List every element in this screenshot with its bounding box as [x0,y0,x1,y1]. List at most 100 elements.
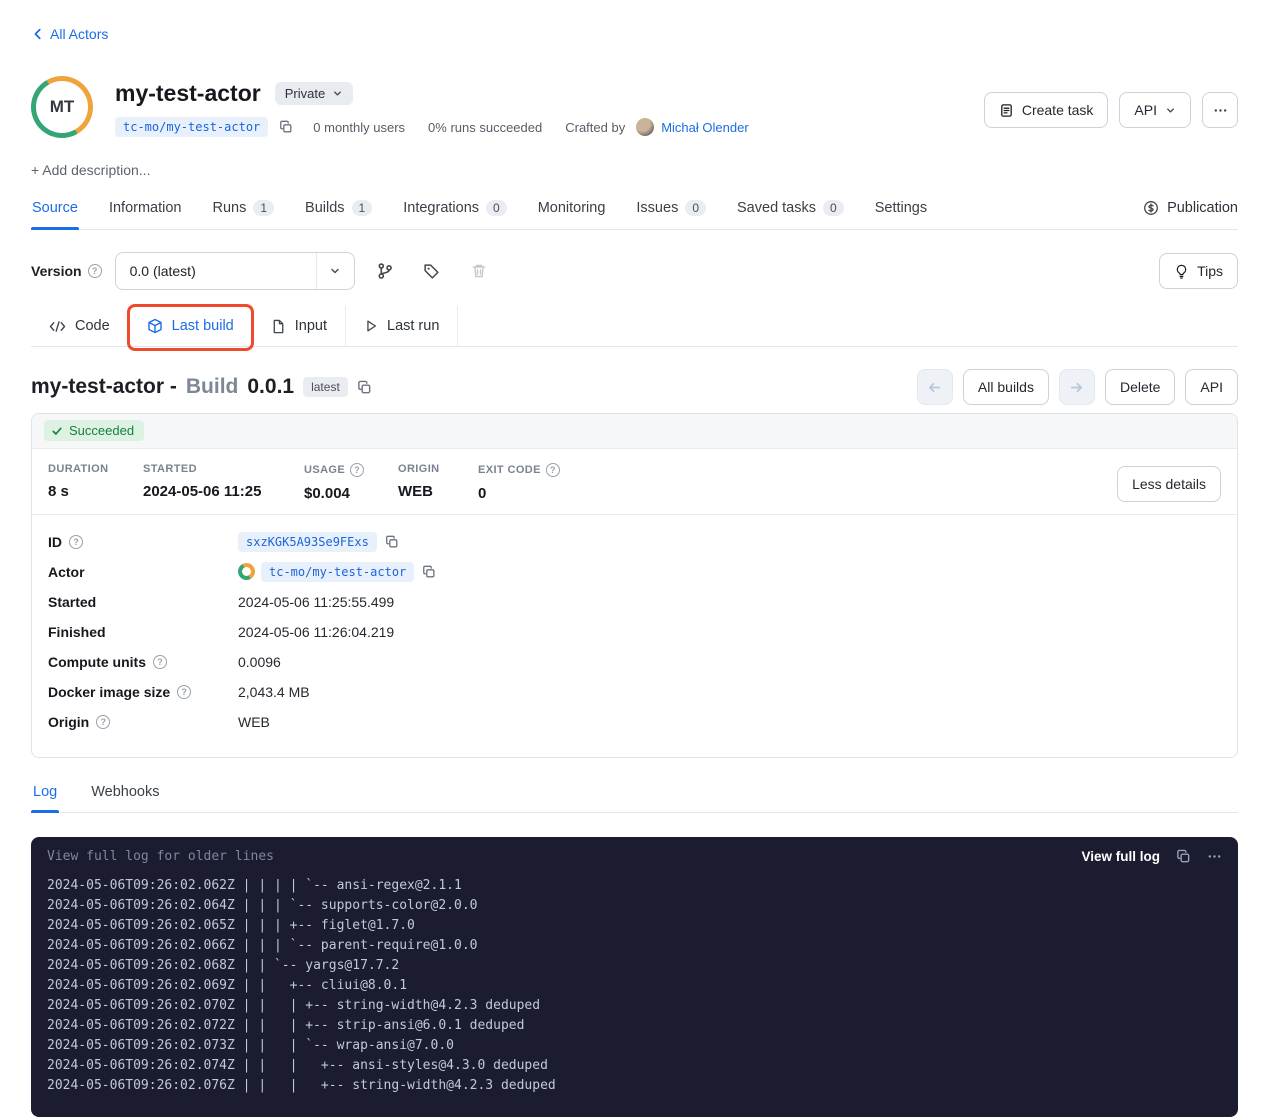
tab-information-label: Information [109,200,182,216]
log-lines[interactable]: 2024-05-06T09:26:02.062Z | | | | `-- ans… [31,870,1238,1102]
integrations-count-badge: 0 [486,200,507,216]
actor-header-left: MT my-test-actor Private tc-mo/my-test-a… [31,76,749,138]
chevron-down-icon [1165,105,1176,116]
stat-usage: USAGE $0.004 [304,463,398,502]
more-actions-button[interactable] [1202,92,1238,128]
help-icon[interactable] [350,463,364,477]
detail-row-id: ID sxzKGK5A93Se9FExs [48,527,1221,557]
tips-button[interactable]: Tips [1159,253,1238,289]
ellipsis-icon [1213,103,1228,118]
help-icon[interactable] [96,715,110,729]
author-link[interactable]: Michał Olender [661,120,748,135]
builds-count-badge: 1 [352,200,373,216]
tab-issues[interactable]: Issues0 [635,192,707,229]
help-icon[interactable] [546,463,560,477]
actor-header-info: my-test-actor Private tc-mo/my-test-acto… [115,76,749,138]
all-builds-button[interactable]: All builds [963,369,1049,405]
delete-build-button[interactable]: Delete [1105,369,1175,405]
build-log-console: View full log for older lines View full … [31,837,1238,1117]
next-build-button[interactable] [1059,369,1095,405]
delete-version-button[interactable] [462,254,496,288]
package-icon [147,318,163,334]
view-full-log-link[interactable]: View full log [1081,849,1160,864]
actor-mini-avatar [238,563,255,580]
visibility-dropdown[interactable]: Private [275,82,353,105]
previous-build-button[interactable] [917,369,953,405]
actor-avatar: MT [31,76,93,138]
help-icon[interactable] [88,264,102,278]
header-actions: Create task API [984,92,1238,138]
build-heading-row: my-test-actor - Build 0.0.1 latest All b… [31,369,1238,405]
build-api-label: API [1200,379,1223,395]
api-label: API [1134,102,1157,118]
actor-nav: Source Information Runs1 Builds1 Integra… [31,192,1238,230]
origin-label: Origin [48,714,89,730]
copy-icon[interactable] [279,120,293,134]
publication-link[interactable]: Publication [1143,200,1238,229]
help-icon[interactable] [153,655,167,669]
tab-source[interactable]: Source [31,192,79,229]
tab-runs[interactable]: Runs1 [212,192,276,229]
all-builds-label: All builds [978,379,1034,395]
tab-issues-label: Issues [636,200,678,216]
status-badge: Succeeded [44,420,144,441]
code-icon [49,319,66,334]
chevron-left-icon [31,27,45,41]
tab-last-run-label: Last run [387,318,439,334]
build-version-number: 0.0.1 [247,375,294,399]
build-api-button[interactable]: API [1185,369,1238,405]
actor-path-badge[interactable]: tc-mo/my-test-actor [115,117,268,137]
tag-button[interactable] [415,254,449,288]
trash-icon [471,263,487,279]
exit-code-label: EXIT CODE [478,464,541,476]
breadcrumb-all-actors[interactable]: All Actors [31,26,108,42]
build-status-bar: Succeeded [32,414,1237,449]
tab-information[interactable]: Information [108,192,183,229]
started-value: 2024-05-06 11:25 [143,483,304,500]
version-selected-value: 0.0 (latest) [116,253,316,289]
tab-input[interactable]: Input [253,306,346,346]
tab-last-run[interactable]: Last run [346,306,458,346]
tab-webhooks[interactable]: Webhooks [89,776,161,812]
copy-log-icon[interactable] [1176,849,1191,864]
started-timestamp: 2024-05-06 11:25:55.499 [238,594,394,610]
log-more-options-icon[interactable] [1207,849,1222,864]
help-icon[interactable] [69,535,83,549]
tab-code[interactable]: Code [31,306,129,346]
copy-icon[interactable] [422,565,436,579]
crafted-by-label: Crafted by [565,120,625,135]
breadcrumb-label: All Actors [50,26,108,42]
chevron-down-icon [316,253,354,289]
arrow-left-icon [927,380,942,395]
tab-builds[interactable]: Builds1 [304,192,373,229]
tab-settings[interactable]: Settings [874,192,928,229]
tab-source-label: Source [32,200,78,216]
create-task-button[interactable]: Create task [984,92,1109,128]
detail-row-compute-units: Compute units 0.0096 [48,647,1221,677]
source-view-tabs: Code Last build Input Last run [31,306,1238,347]
log-line: 2024-05-06T09:26:02.070Z | | | +-- strin… [47,996,1222,1016]
view-older-lines-link[interactable]: View full log for older lines [47,849,274,864]
build-id-badge[interactable]: sxzKGK5A93Se9FExs [238,532,377,552]
actor-path-badge[interactable]: tc-mo/my-test-actor [261,562,414,582]
tab-last-build[interactable]: Last build [129,306,253,346]
log-line: 2024-05-06T09:26:02.074Z | | | +-- ansi-… [47,1056,1222,1076]
started-label: STARTED [143,463,197,475]
tab-log[interactable]: Log [31,776,59,812]
actor-detail-page: All Actors MT my-test-actor Private [0,0,1269,1117]
copy-icon[interactable] [357,380,372,395]
tab-saved-tasks[interactable]: Saved tasks0 [736,192,845,229]
branch-button[interactable] [368,254,402,288]
copy-icon[interactable] [385,535,399,549]
help-icon[interactable] [177,685,191,699]
saved-tasks-count-badge: 0 [823,200,844,216]
tab-monitoring[interactable]: Monitoring [537,192,607,229]
finished-label: Finished [48,624,106,640]
publication-label: Publication [1167,200,1238,216]
api-dropdown-button[interactable]: API [1119,92,1191,128]
less-details-button[interactable]: Less details [1117,466,1221,502]
version-select[interactable]: 0.0 (latest) [115,252,355,290]
tab-integrations[interactable]: Integrations0 [402,192,507,229]
add-description-link[interactable]: + Add description... [31,162,1238,178]
lightbulb-icon [1174,264,1189,279]
